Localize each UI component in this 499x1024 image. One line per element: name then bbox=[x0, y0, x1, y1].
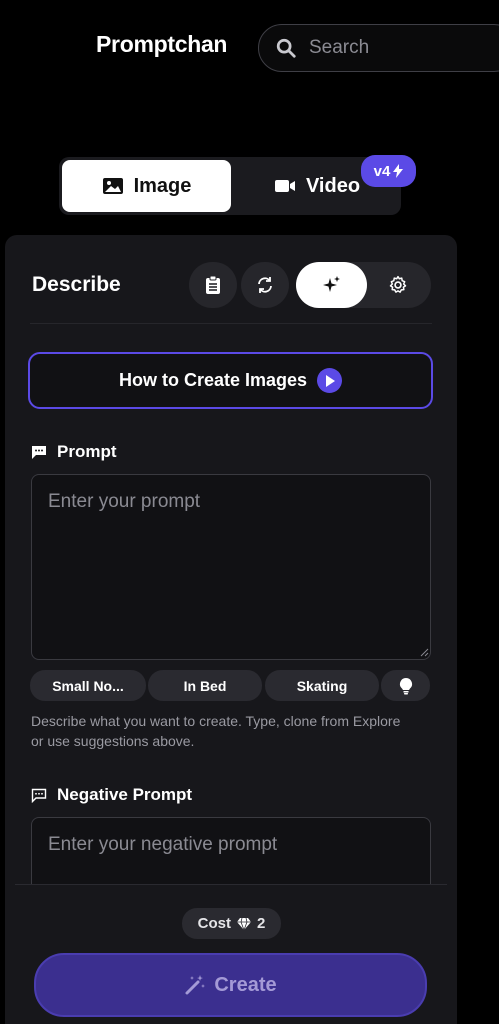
section-title-describe: Describe bbox=[32, 273, 121, 296]
magic-wand-icon bbox=[185, 975, 206, 995]
prompt-help-text: Describe what you want to create. Type, … bbox=[31, 713, 401, 749]
tab-image[interactable]: Image bbox=[62, 160, 231, 212]
cost-label: Cost bbox=[197, 915, 231, 932]
how-to-label: How to Create Images bbox=[118, 370, 308, 390]
resize-handle-icon[interactable] bbox=[419, 647, 429, 657]
image-icon bbox=[102, 178, 123, 194]
negative-prompt-label-text: Negative Prompt bbox=[57, 785, 193, 804]
search-icon bbox=[276, 38, 296, 58]
tab-video-label: Video bbox=[305, 174, 361, 197]
chat-bubble-outline-icon bbox=[31, 788, 47, 803]
sparkles-button[interactable] bbox=[296, 262, 367, 308]
negative-prompt-label: Negative Prompt bbox=[31, 785, 192, 805]
search-input[interactable] bbox=[309, 37, 489, 59]
chat-bubble-icon bbox=[32, 445, 46, 459]
version-badge-label: v4 bbox=[373, 162, 391, 180]
divider bbox=[30, 323, 432, 324]
sparkles-icon bbox=[322, 276, 340, 292]
cost-badge: Cost 2 bbox=[182, 908, 281, 939]
version-badge: v4 bbox=[361, 155, 416, 187]
settings-button[interactable] bbox=[375, 262, 421, 308]
cost-value: 2 bbox=[257, 915, 266, 932]
gem-icon bbox=[237, 917, 251, 930]
lightning-icon bbox=[393, 164, 404, 178]
refresh-button[interactable] bbox=[241, 262, 289, 308]
gear-icon bbox=[389, 275, 407, 293]
app-logo[interactable]: Promptchan bbox=[96, 31, 227, 58]
search-bar[interactable] bbox=[258, 24, 499, 72]
mode-toggle: Image Video bbox=[59, 157, 401, 215]
tab-image-label: Image bbox=[133, 174, 192, 197]
how-to-create-button[interactable]: How to Create Images bbox=[28, 352, 433, 409]
clipboard-button[interactable] bbox=[189, 262, 237, 308]
suggestion-chip[interactable]: Skating bbox=[265, 670, 379, 701]
create-label: Create bbox=[214, 973, 277, 996]
lightbulb-icon bbox=[399, 677, 412, 694]
suggestion-idea-button[interactable] bbox=[381, 670, 430, 701]
clipboard-icon bbox=[206, 275, 220, 294]
prompt-input[interactable] bbox=[31, 474, 431, 660]
suggestion-chip[interactable]: In Bed bbox=[148, 670, 262, 701]
create-button[interactable]: Create bbox=[34, 953, 427, 1017]
prompt-label-text: Prompt bbox=[57, 442, 117, 461]
video-camera-icon bbox=[274, 180, 295, 192]
bottom-divider bbox=[15, 884, 447, 885]
play-icon bbox=[317, 368, 343, 393]
refresh-icon bbox=[258, 277, 272, 293]
suggestion-chip[interactable]: Small No... bbox=[30, 670, 146, 701]
prompt-label: Prompt bbox=[31, 442, 117, 462]
